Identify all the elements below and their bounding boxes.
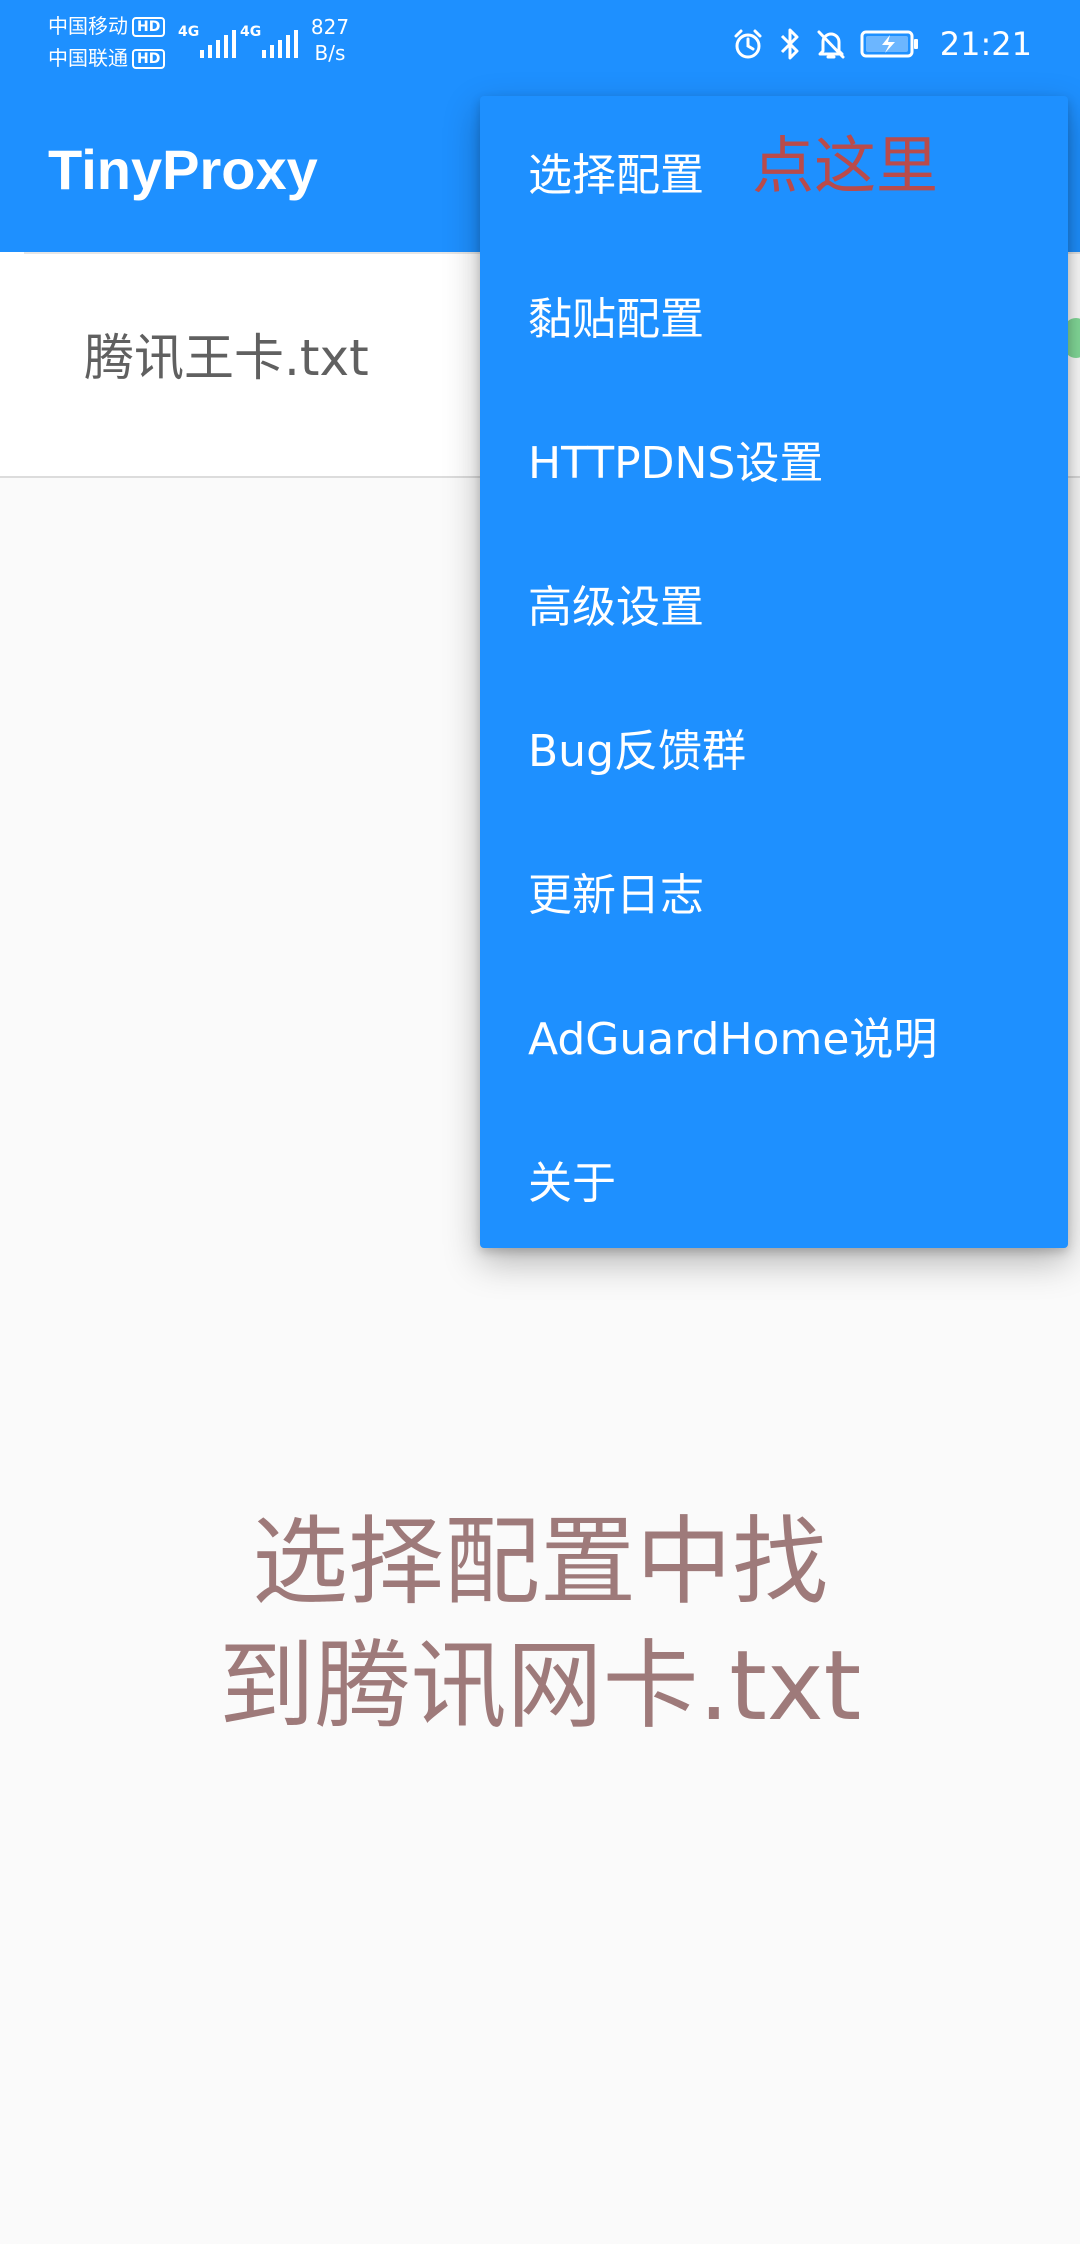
carrier-2: 中国联通 HD [48,46,166,70]
menu-item-bug-feedback-group[interactable]: Bug反馈群 [528,707,746,787]
network-speed: 827 B/s [306,14,354,66]
bluetooth-icon [780,28,799,60]
menu-item-paste-config[interactable]: 黏贴配置 [528,275,704,355]
carrier-1: 中国移动 HD [48,14,166,38]
menu-item-httpdns-settings[interactable]: HTTPDNS设置 [528,419,823,499]
carrier-2-name: 中国联通 [48,46,128,70]
click-here-hint: 点这里 [752,129,939,202]
speed-unit: B/s [314,41,346,65]
clock: 21:21 [939,25,1032,63]
menu-item-adguardhome-info[interactable]: AdGuardHome说明 [528,995,937,1075]
status-icons: 21:21 [732,22,1032,66]
network-type-1: 4G [178,24,200,40]
hd-badge: HD [132,49,166,69]
bell-muted-icon [817,30,845,59]
speed-value: 827 [310,15,350,39]
app-title: TinyProxy [48,138,318,201]
battery-charging-icon [860,30,918,58]
menu-item-about[interactable]: 关于 [528,1139,616,1219]
menu-item-changelog[interactable]: 更新日志 [528,851,704,931]
status-bar: 中国移动 HD 中国联通 HD 4G 4G 827 B/s 21:21 [0,0,1080,90]
hd-badge: HD [132,17,166,37]
instruction-text: 选择配置中找 到腾讯网卡.txt [140,1500,940,1748]
carrier-1-name: 中国移动 [48,14,128,38]
menu-item-select-config[interactable]: 选择配置 [528,131,704,211]
menu-item-advanced-settings[interactable]: 高级设置 [528,563,704,643]
instruction-line-1: 选择配置中找 [252,1506,828,1618]
network-type-2: 4G [240,24,262,40]
config-file-name: 腾讯王卡.txt [84,329,369,387]
alarm-icon [734,29,762,59]
instruction-line-2: 到腾讯网卡.txt [218,1630,862,1742]
overflow-menu: 选择配置 点这里 黏贴配置 HTTPDNS设置 高级设置 Bug反馈群 更新日志… [480,96,1068,1248]
